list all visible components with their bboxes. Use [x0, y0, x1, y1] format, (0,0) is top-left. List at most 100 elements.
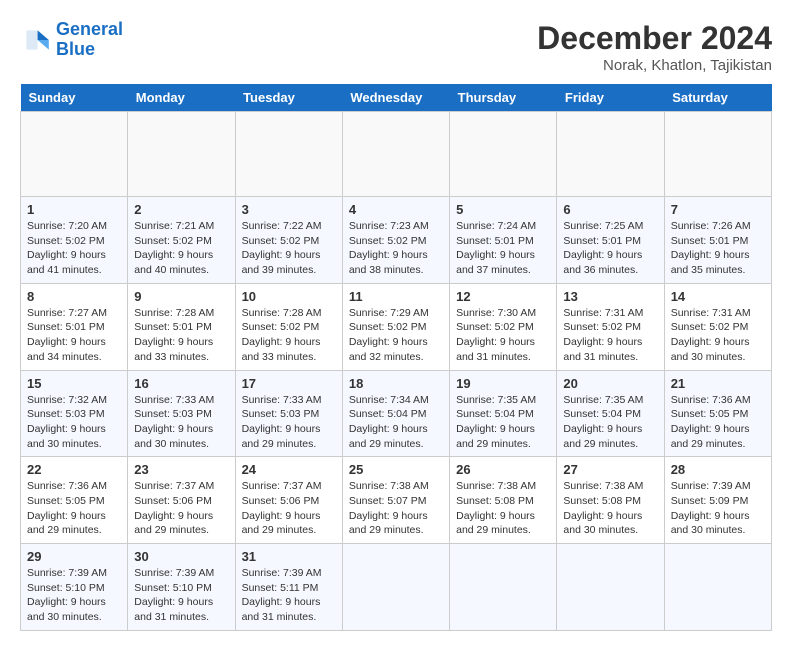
- day-cell: [235, 112, 342, 197]
- daylight-label: Daylight: 9 hours and 29 minutes.: [242, 423, 321, 450]
- day-info: Sunrise: 7:26 AM Sunset: 5:01 PM Dayligh…: [671, 219, 765, 278]
- daylight-label: Daylight: 9 hours and 29 minutes.: [456, 423, 535, 450]
- sunset-label: Sunset: 5:02 PM: [242, 235, 320, 247]
- day-number: 25: [349, 462, 443, 477]
- day-cell: 10 Sunrise: 7:28 AM Sunset: 5:02 PM Dayl…: [235, 283, 342, 370]
- day-cell: 16 Sunrise: 7:33 AM Sunset: 5:03 PM Dayl…: [128, 370, 235, 457]
- day-info: Sunrise: 7:35 AM Sunset: 5:04 PM Dayligh…: [563, 393, 657, 452]
- logo-icon: [20, 24, 52, 56]
- day-info: Sunrise: 7:30 AM Sunset: 5:02 PM Dayligh…: [456, 306, 550, 365]
- day-number: 18: [349, 376, 443, 391]
- logo: General Blue: [20, 20, 123, 60]
- sunset-label: Sunset: 5:01 PM: [456, 235, 534, 247]
- day-cell: 28 Sunrise: 7:39 AM Sunset: 5:09 PM Dayl…: [664, 457, 771, 544]
- day-number: 30: [134, 549, 228, 564]
- day-info: Sunrise: 7:29 AM Sunset: 5:02 PM Dayligh…: [349, 306, 443, 365]
- sunrise-label: Sunrise: 7:28 AM: [134, 307, 214, 319]
- sunrise-label: Sunrise: 7:35 AM: [563, 394, 643, 406]
- sunrise-label: Sunrise: 7:24 AM: [456, 220, 536, 232]
- daylight-label: Daylight: 9 hours and 30 minutes.: [134, 423, 213, 450]
- day-cell: 30 Sunrise: 7:39 AM Sunset: 5:10 PM Dayl…: [128, 544, 235, 631]
- day-number: 2: [134, 202, 228, 217]
- day-cell: 12 Sunrise: 7:30 AM Sunset: 5:02 PM Dayl…: [450, 283, 557, 370]
- day-number: 1: [27, 202, 121, 217]
- sunrise-label: Sunrise: 7:38 AM: [349, 480, 429, 492]
- day-number: 20: [563, 376, 657, 391]
- daylight-label: Daylight: 9 hours and 29 minutes.: [671, 423, 750, 450]
- sunrise-label: Sunrise: 7:30 AM: [456, 307, 536, 319]
- sunset-label: Sunset: 5:05 PM: [671, 408, 749, 420]
- sunset-label: Sunset: 5:02 PM: [349, 235, 427, 247]
- sunset-label: Sunset: 5:04 PM: [563, 408, 641, 420]
- day-cell: 1 Sunrise: 7:20 AM Sunset: 5:02 PM Dayli…: [21, 197, 128, 284]
- day-number: 7: [671, 202, 765, 217]
- daylight-label: Daylight: 9 hours and 38 minutes.: [349, 249, 428, 276]
- day-info: Sunrise: 7:24 AM Sunset: 5:01 PM Dayligh…: [456, 219, 550, 278]
- logo-text: General Blue: [56, 20, 123, 60]
- day-header-saturday: Saturday: [664, 84, 771, 112]
- day-info: Sunrise: 7:37 AM Sunset: 5:06 PM Dayligh…: [134, 479, 228, 538]
- sunset-label: Sunset: 5:06 PM: [134, 495, 212, 507]
- week-row-2: 1 Sunrise: 7:20 AM Sunset: 5:02 PM Dayli…: [21, 197, 772, 284]
- day-info: Sunrise: 7:39 AM Sunset: 5:11 PM Dayligh…: [242, 566, 336, 625]
- day-cell: 25 Sunrise: 7:38 AM Sunset: 5:07 PM Dayl…: [342, 457, 449, 544]
- day-number: 24: [242, 462, 336, 477]
- day-number: 17: [242, 376, 336, 391]
- sunrise-label: Sunrise: 7:33 AM: [134, 394, 214, 406]
- day-cell: [664, 544, 771, 631]
- day-number: 13: [563, 289, 657, 304]
- daylight-label: Daylight: 9 hours and 41 minutes.: [27, 249, 106, 276]
- daylight-label: Daylight: 9 hours and 29 minutes.: [456, 510, 535, 537]
- day-cell: [450, 112, 557, 197]
- day-number: 11: [349, 289, 443, 304]
- daylight-label: Daylight: 9 hours and 31 minutes.: [563, 336, 642, 363]
- day-cell: 17 Sunrise: 7:33 AM Sunset: 5:03 PM Dayl…: [235, 370, 342, 457]
- day-info: Sunrise: 7:20 AM Sunset: 5:02 PM Dayligh…: [27, 219, 121, 278]
- day-number: 3: [242, 202, 336, 217]
- sunset-label: Sunset: 5:07 PM: [349, 495, 427, 507]
- sunset-label: Sunset: 5:02 PM: [27, 235, 105, 247]
- day-cell: 31 Sunrise: 7:39 AM Sunset: 5:11 PM Dayl…: [235, 544, 342, 631]
- sunrise-label: Sunrise: 7:21 AM: [134, 220, 214, 232]
- day-info: Sunrise: 7:38 AM Sunset: 5:08 PM Dayligh…: [456, 479, 550, 538]
- daylight-label: Daylight: 9 hours and 31 minutes.: [456, 336, 535, 363]
- day-info: Sunrise: 7:39 AM Sunset: 5:10 PM Dayligh…: [27, 566, 121, 625]
- daylight-label: Daylight: 9 hours and 35 minutes.: [671, 249, 750, 276]
- day-cell: [21, 112, 128, 197]
- day-info: Sunrise: 7:35 AM Sunset: 5:04 PM Dayligh…: [456, 393, 550, 452]
- sunrise-label: Sunrise: 7:36 AM: [27, 480, 107, 492]
- day-cell: [342, 112, 449, 197]
- week-row-1: [21, 112, 772, 197]
- day-number: 12: [456, 289, 550, 304]
- sunset-label: Sunset: 5:01 PM: [134, 321, 212, 333]
- sunrise-label: Sunrise: 7:37 AM: [134, 480, 214, 492]
- sunrise-label: Sunrise: 7:31 AM: [671, 307, 751, 319]
- day-info: Sunrise: 7:21 AM Sunset: 5:02 PM Dayligh…: [134, 219, 228, 278]
- day-cell: 24 Sunrise: 7:37 AM Sunset: 5:06 PM Dayl…: [235, 457, 342, 544]
- sunset-label: Sunset: 5:11 PM: [242, 582, 319, 594]
- day-number: 5: [456, 202, 550, 217]
- day-cell: [450, 544, 557, 631]
- day-header-monday: Monday: [128, 84, 235, 112]
- daylight-label: Daylight: 9 hours and 29 minutes.: [349, 510, 428, 537]
- day-number: 16: [134, 376, 228, 391]
- sunset-label: Sunset: 5:02 PM: [456, 321, 534, 333]
- daylight-label: Daylight: 9 hours and 30 minutes.: [27, 423, 106, 450]
- day-info: Sunrise: 7:22 AM Sunset: 5:02 PM Dayligh…: [242, 219, 336, 278]
- day-cell: 19 Sunrise: 7:35 AM Sunset: 5:04 PM Dayl…: [450, 370, 557, 457]
- day-info: Sunrise: 7:31 AM Sunset: 5:02 PM Dayligh…: [563, 306, 657, 365]
- sunset-label: Sunset: 5:05 PM: [27, 495, 105, 507]
- sunrise-label: Sunrise: 7:35 AM: [456, 394, 536, 406]
- sunrise-label: Sunrise: 7:31 AM: [563, 307, 643, 319]
- day-cell: 6 Sunrise: 7:25 AM Sunset: 5:01 PM Dayli…: [557, 197, 664, 284]
- sunrise-label: Sunrise: 7:33 AM: [242, 394, 322, 406]
- day-info: Sunrise: 7:23 AM Sunset: 5:02 PM Dayligh…: [349, 219, 443, 278]
- day-cell: 20 Sunrise: 7:35 AM Sunset: 5:04 PM Dayl…: [557, 370, 664, 457]
- day-cell: 2 Sunrise: 7:21 AM Sunset: 5:02 PM Dayli…: [128, 197, 235, 284]
- sunrise-label: Sunrise: 7:39 AM: [242, 567, 322, 579]
- daylight-label: Daylight: 9 hours and 30 minutes.: [671, 510, 750, 537]
- day-number: 10: [242, 289, 336, 304]
- sunrise-label: Sunrise: 7:32 AM: [27, 394, 107, 406]
- day-cell: 4 Sunrise: 7:23 AM Sunset: 5:02 PM Dayli…: [342, 197, 449, 284]
- day-info: Sunrise: 7:34 AM Sunset: 5:04 PM Dayligh…: [349, 393, 443, 452]
